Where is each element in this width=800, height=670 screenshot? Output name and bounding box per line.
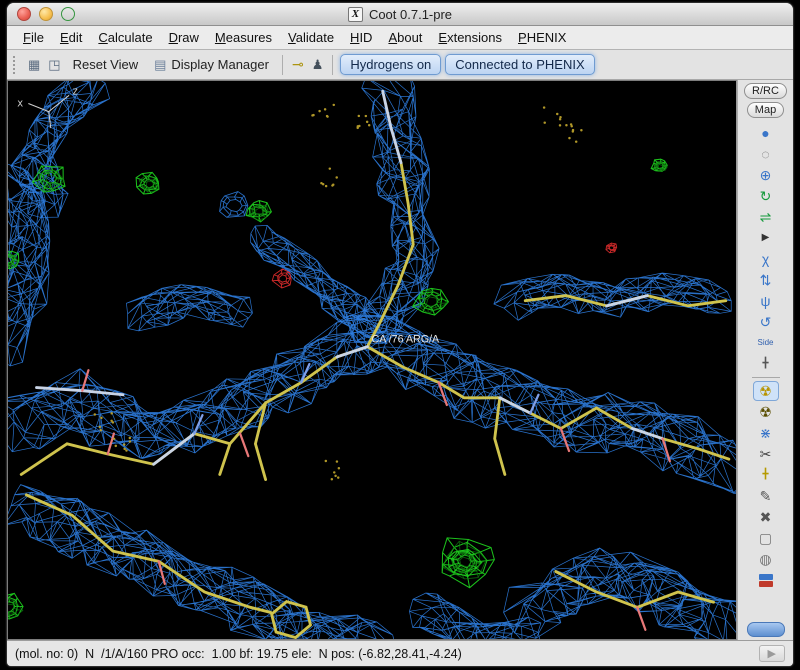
- hydrogens-toggle[interactable]: Hydrogens on: [340, 54, 442, 75]
- rrc-button[interactable]: R/RC: [744, 83, 787, 99]
- menu-extensions[interactable]: Extensions: [430, 28, 510, 47]
- pencil-icon[interactable]: ✎: [753, 486, 779, 506]
- key-icon[interactable]: ⊸: [290, 55, 306, 74]
- stereo-view-icon[interactable]: ◳: [46, 56, 62, 74]
- menu-validate[interactable]: Validate: [280, 28, 342, 47]
- xray-refine-icon[interactable]: ☢: [752, 381, 779, 401]
- strip-separator: [751, 377, 780, 378]
- toolbar: ▦ ◳ Reset View ▤ Display Manager ⊸ ♟ Hyd…: [7, 50, 793, 80]
- phenix-connection-toggle[interactable]: Connected to PHENIX: [445, 54, 595, 75]
- display-manager-icon: ▤: [154, 56, 167, 72]
- scene-icon[interactable]: ▦: [26, 56, 42, 74]
- titlebar[interactable]: X Coot 0.7.1-pre: [7, 3, 793, 26]
- menu-phenix[interactable]: PHENIX: [510, 28, 574, 47]
- status-text: (mol. no: 0) N /1/A/160 PRO occ: 1.00 bf…: [15, 646, 462, 661]
- scroll-thumb[interactable]: [746, 622, 785, 637]
- spin-view-icon[interactable]: ◌: [753, 144, 779, 164]
- side-icon-strip: ● ◌ ⊕ ↻ ⇌ ▶ χ ⇅ ψ ↺ Side ╋ ☢ ☢ ⋇ ✂ ╋ ✎ ✖ ▢ ◍: [738, 123, 793, 617]
- sphere-refine-icon[interactable]: ↺: [753, 312, 779, 332]
- play-button[interactable]: ▶: [758, 645, 785, 662]
- menu-measures[interactable]: Measures: [207, 28, 280, 47]
- add-atom-icon[interactable]: ╋: [753, 465, 779, 485]
- atom-label: CA /76 ARG/A: [371, 334, 440, 346]
- rock-view-icon[interactable]: ⇌: [753, 207, 779, 227]
- translate-view-icon[interactable]: ⊕: [753, 165, 779, 185]
- add-terminal-residue-icon[interactable]: ⋇: [753, 423, 779, 443]
- torsion-icon[interactable]: ψ: [753, 291, 779, 311]
- axis-x-label: x: [17, 99, 23, 110]
- expand-icon[interactable]: ▶: [753, 228, 779, 248]
- x11-icon: X: [347, 6, 363, 22]
- figure-icon[interactable]: ♟: [310, 56, 326, 74]
- app-window: X Coot 0.7.1-pre File Edit Calculate Draw Me…: [6, 2, 794, 667]
- statusbar: (mol. no: 0) N /1/A/160 PRO occ: 1.00 bf…: [7, 640, 793, 666]
- menubar: File Edit Calculate Draw Measures Validate HID…: [7, 26, 793, 50]
- menu-draw[interactable]: Draw: [161, 28, 207, 47]
- delete-icon[interactable]: ✖: [753, 507, 779, 527]
- toolbar-separator: [281, 54, 283, 75]
- rotate-zoom-icon[interactable]: ↻: [753, 186, 779, 206]
- axes-icon[interactable]: ╋: [753, 354, 779, 374]
- minimize-button[interactable]: [39, 7, 53, 21]
- right-toolbar: R/RC Map ● ◌ ⊕ ↻ ⇌ ▶ χ ⇅ ψ ↺ Side ╋ ☢ ☢ ⋇ ✂ ╋ ✎ ✖ ▢ ◍: [737, 80, 793, 640]
- menu-hid[interactable]: HID: [342, 28, 380, 47]
- toolbar-separator: [332, 54, 334, 75]
- window-title-text: Coot 0.7.1-pre: [368, 6, 453, 22]
- axis-z-label: z: [72, 86, 78, 97]
- display-manager-button[interactable]: ▤ Display Manager: [148, 55, 275, 75]
- chi-angles-icon[interactable]: χ: [753, 249, 779, 269]
- cut-icon[interactable]: ✂: [753, 444, 779, 464]
- menu-edit[interactable]: Edit: [52, 28, 90, 47]
- box-icon[interactable]: ▢: [753, 528, 779, 548]
- rotate-sphere-icon[interactable]: ●: [753, 123, 779, 143]
- traffic-lights: [7, 7, 75, 21]
- graphics-canvas[interactable]: x z CA /76 ARG/A: [7, 80, 737, 640]
- reset-view-button[interactable]: Reset View: [67, 55, 145, 74]
- xray-map-icon[interactable]: ☢: [753, 402, 779, 422]
- menu-about[interactable]: About: [380, 28, 430, 47]
- jump-residue-icon[interactable]: ⇅: [753, 270, 779, 290]
- menu-calculate[interactable]: Calculate: [90, 28, 160, 47]
- toolbar-grip[interactable]: [13, 55, 20, 74]
- zoom-button[interactable]: [61, 7, 75, 21]
- close-button[interactable]: [17, 7, 31, 21]
- side-view-icon[interactable]: Side: [753, 333, 779, 353]
- sphere-icon[interactable]: ◍: [753, 549, 779, 569]
- map-button[interactable]: Map: [746, 102, 785, 118]
- menu-file[interactable]: File: [15, 28, 52, 47]
- display-manager-label: Display Manager: [171, 57, 269, 72]
- window-title: X Coot 0.7.1-pre: [7, 6, 793, 22]
- rama-plot-icon[interactable]: [753, 570, 779, 590]
